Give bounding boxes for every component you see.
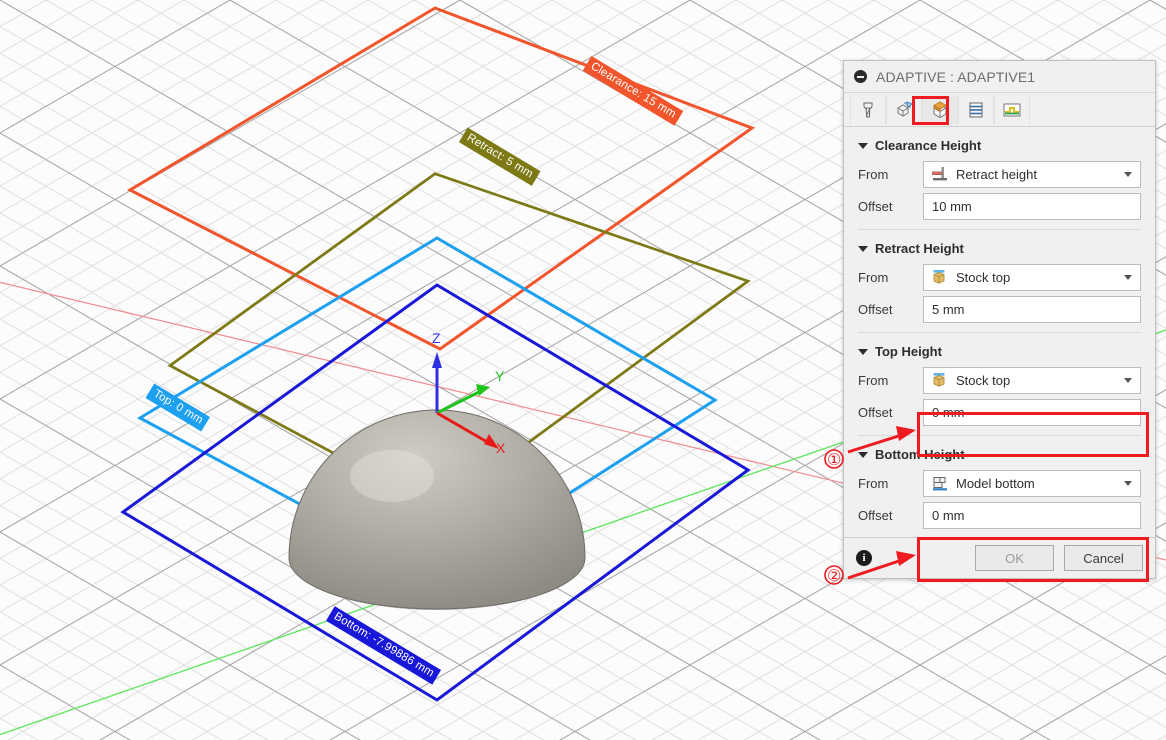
retract-height-icon [931, 165, 949, 183]
retract-offset-row: Offset 5 mm [858, 294, 1141, 324]
chevron-down-icon [858, 246, 868, 252]
retract-offset-label: Offset [858, 302, 923, 317]
group-header-clearance-height[interactable]: Clearance Height [858, 132, 1141, 159]
clearance-plane-outline [130, 8, 752, 349]
group-title: Retract Height [875, 241, 964, 256]
divider [858, 332, 1141, 333]
axis-x-label: X [496, 440, 505, 456]
geometry-cube-icon [893, 100, 915, 120]
clearance-offset-label: Offset [858, 199, 923, 214]
dome-model [289, 410, 585, 610]
top-offset-input[interactable]: 0 mm [923, 399, 1141, 426]
bottom-height-from-value: Model bottom [956, 476, 1124, 491]
chevron-down-icon [858, 143, 868, 149]
divider [858, 229, 1141, 230]
bottom-offset-input[interactable]: 0 mm [923, 502, 1141, 529]
top-from-row: From Stock top [858, 365, 1141, 395]
adaptive-operation-dialog[interactable]: ADAPTIVE : ADAPTIVE1 [843, 60, 1156, 579]
group-retract-height: Retract Height From Stock top [844, 235, 1155, 324]
bottom-from-label: From [858, 476, 923, 491]
chevron-down-icon [858, 452, 868, 458]
chevron-down-icon[interactable] [1124, 378, 1132, 383]
chevron-down-icon[interactable] [1124, 172, 1132, 177]
dialog-footer: i OK Cancel [844, 537, 1155, 578]
axis-y-label: Y [495, 368, 504, 384]
stock-top-icon [931, 268, 949, 286]
dialog-header: ADAPTIVE : ADAPTIVE1 [844, 61, 1155, 93]
tool-endmill-icon [858, 100, 878, 120]
passes-layers-icon [966, 100, 986, 120]
top-height-from-value: Stock top [956, 373, 1124, 388]
linking-tab[interactable] [994, 96, 1030, 124]
clearance-height-from-combo[interactable]: Retract height [923, 161, 1141, 188]
group-clearance-height: Clearance Height From Retract height [844, 132, 1155, 221]
bottom-height-from-combo[interactable]: Model bottom [923, 470, 1141, 497]
divider [858, 435, 1141, 436]
group-title: Clearance Height [875, 138, 981, 153]
top-height-from-combo[interactable]: Stock top [923, 367, 1141, 394]
annotation-marker-1: ① [827, 450, 841, 469]
clearance-from-row: From Retract height [858, 159, 1141, 189]
tool-tab[interactable] [850, 96, 886, 124]
collapse-minus-icon[interactable] [854, 70, 867, 83]
group-header-retract-height[interactable]: Retract Height [858, 235, 1141, 262]
cancel-button[interactable]: Cancel [1064, 545, 1143, 571]
retract-from-row: From Stock top [858, 262, 1141, 292]
retract-offset-input[interactable]: 5 mm [923, 296, 1141, 323]
dialog-tabstrip[interactable] [844, 93, 1155, 127]
retract-from-label: From [858, 270, 923, 285]
dialog-body: Clearance Height From Retract height [844, 132, 1155, 530]
info-icon[interactable]: i [856, 550, 872, 566]
retract-height-from-value: Stock top [956, 270, 1124, 285]
bottom-from-row: From Model bottom [858, 468, 1141, 498]
heights-tab[interactable] [922, 96, 958, 124]
axis-z-label: Z [432, 330, 441, 346]
geometry-tab[interactable] [886, 96, 922, 124]
group-title: Top Height [875, 344, 942, 359]
bottom-offset-label: Offset [858, 508, 923, 523]
heights-stock-icon [929, 100, 951, 120]
annotation-marker-2: ② [827, 566, 841, 585]
bottom-offset-row: Offset 0 mm [858, 500, 1141, 530]
clearance-offset-input[interactable]: 10 mm [923, 193, 1141, 220]
top-offset-label: Offset [858, 405, 923, 420]
model-bottom-icon [931, 474, 949, 492]
chevron-down-icon [858, 349, 868, 355]
fusion-cam-screen: Z Y X Clearance: 15 mm Retract: 5 mm Top… [0, 0, 1166, 740]
linking-ramp-icon [1001, 100, 1023, 120]
clearance-from-label: From [858, 167, 923, 182]
passes-tab[interactable] [958, 96, 994, 124]
dialog-title: ADAPTIVE : ADAPTIVE1 [876, 69, 1035, 85]
chevron-down-icon[interactable] [1124, 481, 1132, 486]
group-header-bottom-height[interactable]: Bottom Height [858, 441, 1141, 468]
stock-top-icon [931, 371, 949, 389]
top-from-label: From [858, 373, 923, 388]
ok-button[interactable]: OK [975, 545, 1054, 571]
top-offset-row: Offset 0 mm [858, 397, 1141, 427]
group-top-height: Top Height From Stock top [844, 338, 1155, 427]
clearance-offset-row: Offset 10 mm [858, 191, 1141, 221]
retract-height-from-combo[interactable]: Stock top [923, 264, 1141, 291]
group-header-top-height[interactable]: Top Height [858, 338, 1141, 365]
clearance-height-from-value: Retract height [956, 167, 1124, 182]
chevron-down-icon[interactable] [1124, 275, 1132, 280]
group-bottom-height: Bottom Height From Model bottom [844, 441, 1155, 530]
group-title: Bottom Height [875, 447, 965, 462]
